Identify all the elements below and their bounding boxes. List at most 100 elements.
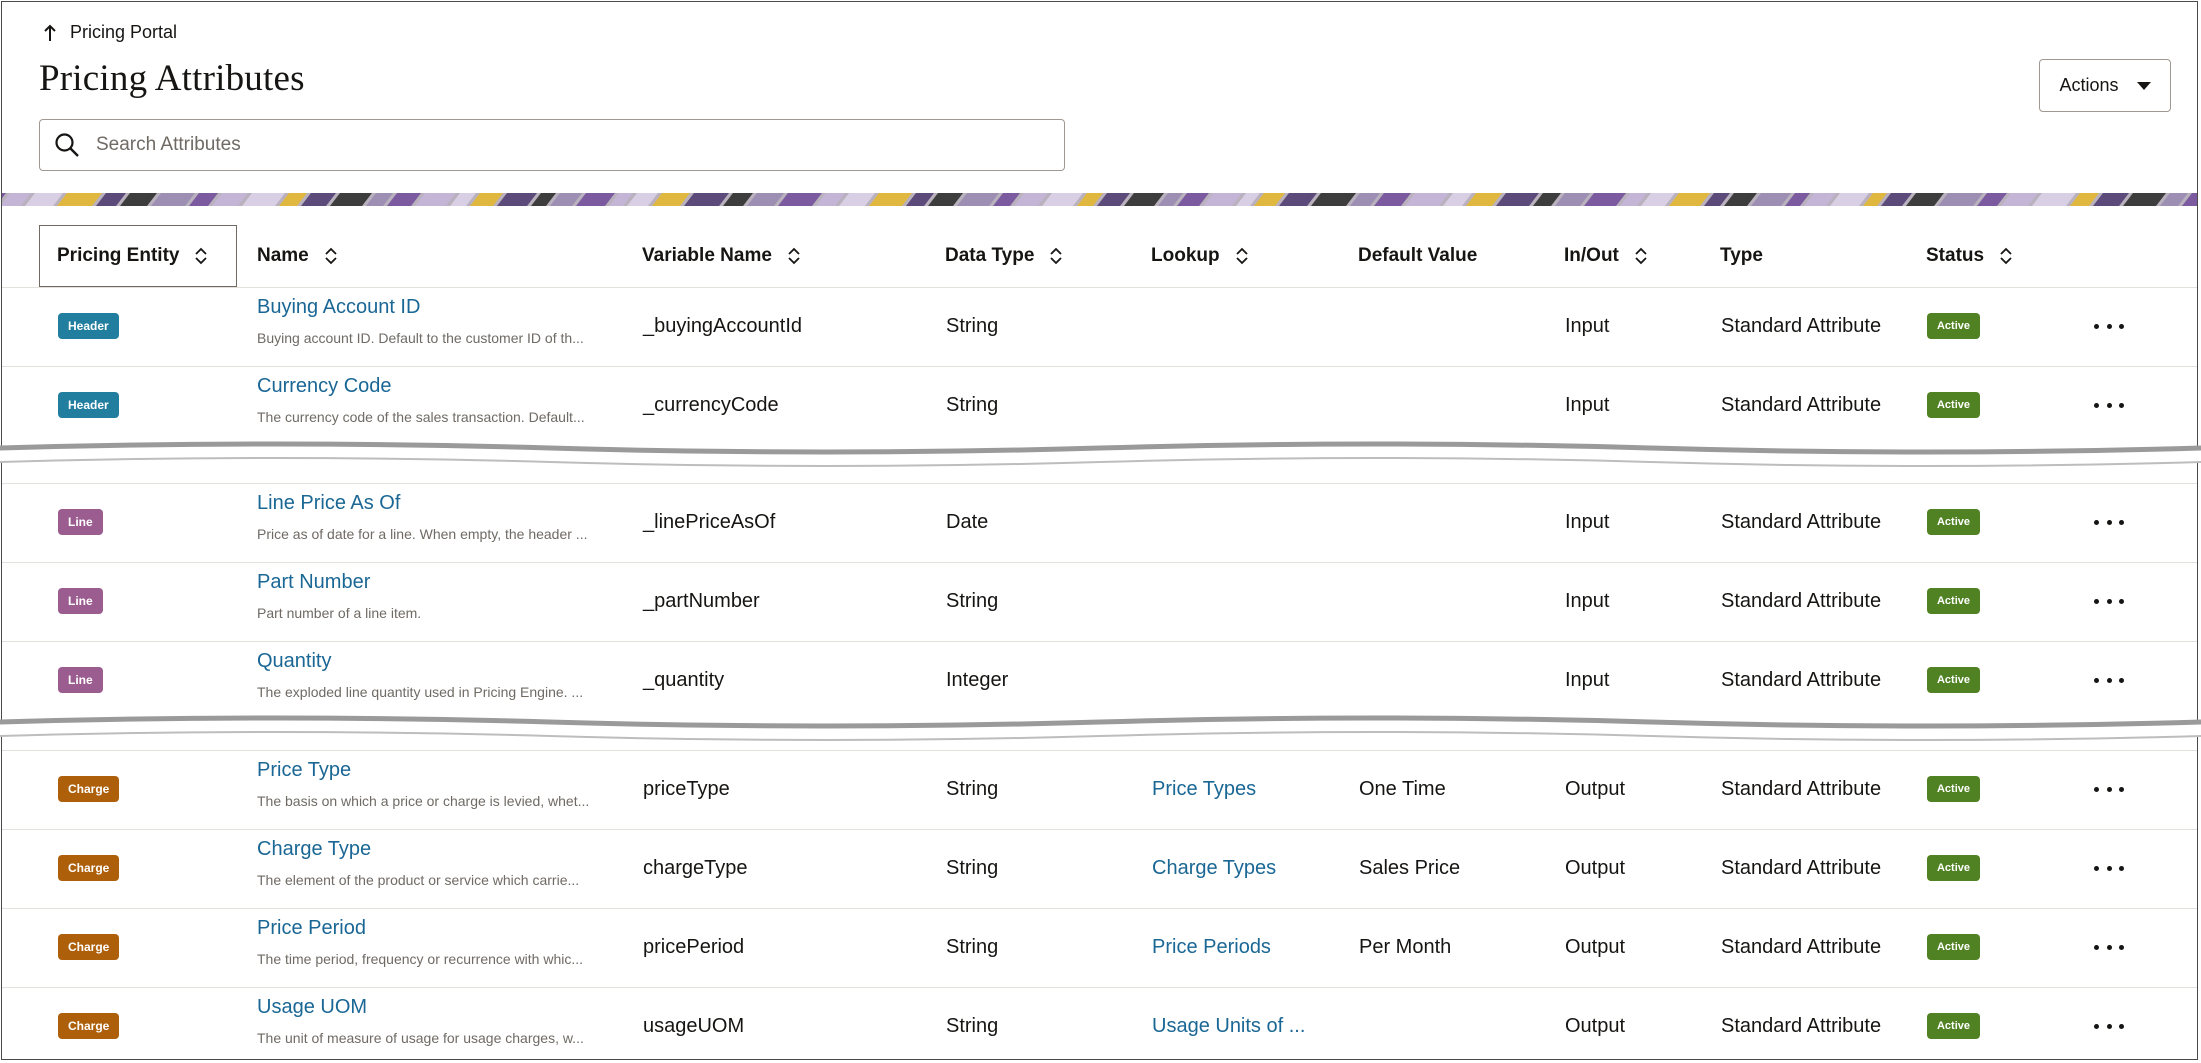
dot	[2094, 786, 2099, 792]
row-divider	[2, 641, 2197, 642]
column-header-pricing-entity[interactable]: Pricing Entity	[39, 225, 237, 287]
dot	[2119, 944, 2124, 950]
more-actions-icon[interactable]	[2094, 316, 2124, 336]
column-header-type: Type	[1720, 225, 1763, 287]
in-out-cell: Input	[1565, 315, 1610, 337]
dot	[2094, 865, 2099, 871]
attribute-description: The element of the product or service wh…	[257, 872, 580, 888]
actions-button[interactable]: Actions	[2039, 59, 2171, 112]
sort-icon	[2000, 247, 2012, 265]
dot	[2094, 519, 2099, 525]
lookup-link[interactable]: Charge Types	[1152, 857, 1276, 880]
row-divider	[2, 366, 2197, 367]
entity-badge: Header	[58, 392, 119, 418]
more-actions-icon[interactable]	[2094, 395, 2124, 415]
entity-badge: Line	[58, 509, 103, 535]
dot	[2094, 944, 2099, 950]
column-header-label: Type	[1720, 245, 1763, 266]
dot	[2119, 519, 2124, 525]
column-header-name[interactable]: Name	[257, 225, 337, 287]
column-header-label: Pricing Entity	[57, 245, 180, 266]
dot	[2106, 677, 2112, 683]
attribute-name-link[interactable]: Line Price As Of	[257, 492, 400, 515]
header-divider	[2, 287, 2197, 288]
search-input[interactable]	[94, 133, 1038, 157]
attribute-name-link[interactable]: Part Number	[257, 571, 370, 594]
column-header-in-out[interactable]: In/Out	[1564, 225, 1647, 287]
variable-name-cell: chargeType	[643, 857, 748, 879]
in-out-cell: Output	[1565, 778, 1626, 800]
dot	[2106, 598, 2112, 604]
more-actions-icon[interactable]	[2094, 670, 2124, 690]
more-actions-icon[interactable]	[2094, 858, 2124, 878]
column-header-variable-name[interactable]: Variable Name	[642, 225, 800, 287]
row-divider	[2, 829, 2197, 830]
breadcrumb-back-link[interactable]: Pricing Portal	[42, 22, 177, 43]
status-badge: Active	[1927, 855, 1980, 881]
type-cell: Standard Attribute	[1721, 590, 1882, 612]
dot	[2094, 677, 2099, 683]
row-divider	[2, 908, 2197, 909]
lookup-link[interactable]: Price Periods	[1152, 936, 1271, 959]
variable-name-cell: _buyingAccountId	[643, 315, 803, 337]
more-actions-icon[interactable]	[2094, 512, 2124, 532]
attribute-name-link[interactable]: Buying Account ID	[257, 296, 420, 319]
type-cell: Standard Attribute	[1721, 857, 1882, 879]
attribute-description: Buying account ID. Default to the custom…	[257, 330, 584, 346]
attribute-name-link[interactable]: Quantity	[257, 650, 331, 673]
more-actions-icon[interactable]	[2094, 779, 2124, 799]
dot	[2119, 865, 2124, 871]
variable-name-cell: _partNumber	[643, 590, 760, 612]
default-value-cell: Per Month	[1359, 936, 1452, 958]
type-cell: Standard Attribute	[1721, 511, 1882, 533]
entity-badge: Charge	[58, 1013, 120, 1039]
tear-separator	[0, 441, 2201, 467]
dot	[2106, 402, 2112, 408]
data-type-cell: String	[946, 590, 999, 612]
actions-label: Actions	[2059, 75, 2119, 95]
row-divider	[2, 562, 2197, 563]
data-type-cell: String	[946, 857, 999, 879]
attribute-name-link[interactable]: Usage UOM	[257, 996, 367, 1019]
decorative-banner	[2, 193, 2197, 206]
attribute-name-link[interactable]: Charge Type	[257, 838, 371, 861]
column-header-lookup[interactable]: Lookup	[1151, 225, 1248, 287]
more-actions-icon[interactable]	[2094, 591, 2124, 611]
entity-badge: Charge	[58, 855, 120, 881]
type-cell: Standard Attribute	[1721, 1015, 1882, 1037]
dot	[2106, 519, 2112, 525]
column-header-label: Status	[1926, 245, 1985, 266]
dot	[2106, 944, 2112, 950]
attribute-name-link[interactable]: Price Period	[257, 917, 366, 940]
status-badge: Active	[1927, 667, 1980, 693]
row-divider	[2, 987, 2197, 988]
more-actions-icon[interactable]	[2094, 1016, 2124, 1036]
status-badge: Active	[1927, 1013, 1980, 1039]
status-badge: Active	[1927, 934, 1980, 960]
data-type-cell: String	[946, 394, 999, 416]
dot	[2106, 786, 2112, 792]
more-actions-icon[interactable]	[2094, 937, 2124, 957]
attribute-description: The unit of measure of usage for usage c…	[257, 1030, 584, 1046]
type-cell: Standard Attribute	[1721, 936, 1882, 958]
column-header-data-type[interactable]: Data Type	[945, 225, 1063, 287]
lookup-link[interactable]: Price Types	[1152, 778, 1256, 801]
attribute-name-link[interactable]: Currency Code	[257, 375, 392, 398]
arrow-up-icon	[44, 24, 56, 41]
attribute-name-link[interactable]: Price Type	[257, 759, 351, 782]
dot	[2094, 402, 2099, 408]
column-header-status[interactable]: Status	[1926, 225, 2012, 287]
data-type-cell: String	[946, 1015, 999, 1037]
variable-name-cell: pricePeriod	[643, 936, 745, 958]
row-divider	[2, 483, 2197, 484]
data-type-cell: Integer	[946, 669, 1009, 691]
lookup-link[interactable]: Usage Units of ...	[1152, 1015, 1305, 1038]
tear-separator	[0, 715, 2201, 741]
in-out-cell: Input	[1565, 394, 1610, 416]
status-badge: Active	[1927, 776, 1980, 802]
sort-icon	[195, 247, 208, 265]
dot	[2094, 323, 2099, 329]
sort-icon	[1050, 247, 1063, 265]
dot	[2119, 677, 2124, 683]
search-field[interactable]	[39, 119, 1065, 171]
